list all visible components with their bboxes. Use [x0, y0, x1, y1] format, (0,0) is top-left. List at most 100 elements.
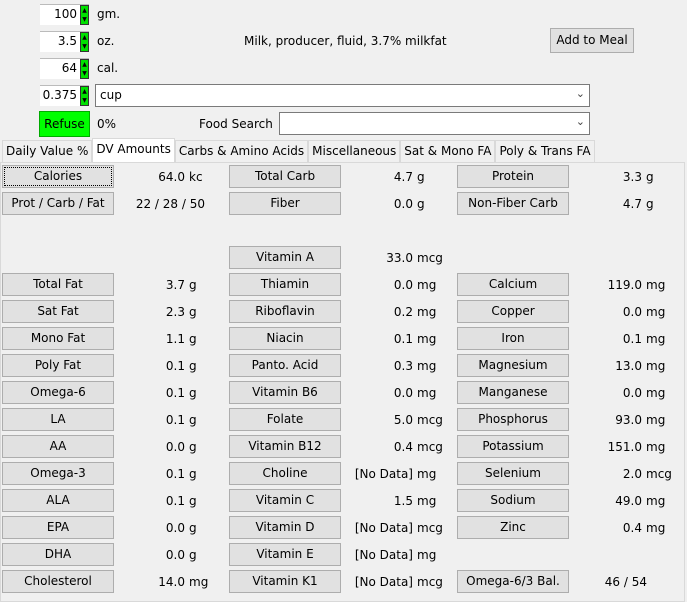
ounces-unit: oz. [97, 34, 115, 48]
nutrient-value: 0.1 [165, 494, 185, 508]
tab-sat-mono-fa[interactable]: Sat & Mono FA [400, 140, 496, 163]
nutrient-value: 0.1 [165, 359, 185, 373]
nutrient-unit: mg [646, 386, 666, 400]
tab-poly-trans-fa[interactable]: Poly & Trans FA [495, 140, 595, 163]
nutrient-value: 93.0 [615, 413, 642, 427]
tab-daily-value-[interactable]: Daily Value % [2, 140, 93, 163]
nutrient-unit: mg [417, 278, 437, 292]
nutrient-value: 0.3 [393, 359, 413, 373]
measure-spinner[interactable]: 0.375 ▲ ▼ [40, 85, 89, 106]
nutrient-unit: kc [189, 170, 203, 184]
chevron-down-icon[interactable]: ⌄ [576, 87, 585, 100]
nutrient-value: 0.0 [622, 386, 642, 400]
food-search-combo[interactable]: ⌄ [279, 112, 590, 135]
refuse-value: 0% [97, 117, 117, 131]
refuse-button[interactable]: Refuse [39, 111, 90, 137]
nutrient-value: 64.0 [158, 170, 185, 184]
nutrient-value: 14.0 [158, 575, 185, 589]
nutrient-value: [No Data] [354, 521, 413, 535]
nutrient-unit: mcg [417, 413, 443, 427]
nutrient-unit: g [646, 170, 654, 184]
nutrient-value: 0.0 [393, 386, 413, 400]
nutrient-value: 0.4 [622, 521, 642, 535]
nutrient-value: 0.0 [165, 548, 185, 562]
nutrient-unit: mcg [417, 440, 443, 454]
nutrient-unit: mcg [417, 575, 443, 589]
calories-spinner[interactable]: 64 ▲ ▼ [40, 58, 89, 79]
ounces-value: 3.5 [57, 34, 77, 48]
nutrient-value: 5.0 [393, 413, 413, 427]
grams-value: 100 [54, 7, 77, 21]
nutrient-unit: mg [646, 521, 666, 535]
nutrient-value: [No Data] [354, 548, 413, 562]
calories-unit: cal. [97, 61, 119, 75]
nutrient-unit: g [189, 548, 197, 562]
tab-carbs-amino-acids[interactable]: Carbs & Amino Acids [174, 140, 309, 163]
nutrient-value: 119.0 [607, 278, 642, 292]
nutrient-unit: mg [646, 359, 666, 373]
nutrient-unit: mg [646, 413, 666, 427]
nutrient-unit: mg [646, 305, 666, 319]
prot-carb-fat-button[interactable]: Prot / Carb / Fat [2, 192, 114, 215]
nutrient-unit: g [189, 332, 197, 346]
nutrient-value: 46 / 54 [604, 575, 647, 589]
nutrient-unit: mg [646, 494, 666, 508]
tab-dv-amounts[interactable]: DV Amounts [92, 138, 175, 163]
nutrient-value: 4.7 [393, 170, 413, 184]
nutrient-value: 0.0 [393, 278, 413, 292]
nutrient-value: 151.0 [607, 440, 642, 454]
nutrient-value: 33.0 [386, 251, 413, 265]
spin-arrows-icon[interactable]: ▲ ▼ [80, 5, 89, 25]
nutrient-unit: mg [417, 548, 437, 562]
nutrient-unit: g [417, 170, 425, 184]
nutrient-unit: g [189, 494, 197, 508]
nutrient-value: 0.1 [165, 413, 185, 427]
nutrient-value: 0.2 [393, 305, 413, 319]
nutrient-unit: mg [417, 359, 437, 373]
nutrient-value: 3.7 [165, 278, 185, 292]
nutrient-unit: mg [417, 386, 437, 400]
nutrient-value: 13.0 [615, 359, 642, 373]
nutrient-value: 0.0 [165, 440, 185, 454]
nutrient-unit: mg [417, 494, 437, 508]
nutrient-value: 0.4 [393, 440, 413, 454]
nutrient-value: [No Data] [354, 467, 413, 481]
nutrient-value: 2.3 [165, 305, 185, 319]
nutrient-value: 2.0 [622, 467, 642, 481]
nutrient-unit: mg [646, 332, 666, 346]
measure-combo[interactable]: cup ⌄ [95, 84, 590, 107]
nutrient-value: 22 / 28 / 50 [135, 197, 205, 211]
dv-amounts-panel: Calories 64.0 kc Prot / Carb / Fat 22 / 28 /… [0, 162, 685, 602]
calories-value: 64 [61, 61, 77, 75]
nutrient-value: 3.3 [622, 170, 642, 184]
measure-combo-value: cup [100, 88, 122, 102]
nutrient-value: 0.1 [622, 332, 642, 346]
grams-spinner[interactable]: 100 ▲ ▼ [40, 4, 89, 25]
spin-arrows-icon[interactable]: ▲ ▼ [80, 86, 89, 106]
nutrient-unit: mcg [417, 521, 443, 535]
food-search-label: Food Search [199, 117, 273, 131]
nutrient-unit: mg [417, 305, 437, 319]
nutrient-unit: g [189, 467, 197, 481]
spin-arrows-icon[interactable]: ▲ ▼ [80, 59, 89, 79]
nutrient-unit: mg [189, 575, 209, 589]
grams-unit: gm. [97, 7, 121, 21]
nutrient-unit: g [189, 359, 197, 373]
nutrient-value: 4.7 [622, 197, 642, 211]
nutrient-unit: g [189, 278, 197, 292]
nutrient-unit: mcg [646, 467, 672, 481]
nutrient-unit: g [646, 197, 654, 211]
chevron-down-icon[interactable]: ⌄ [576, 115, 585, 128]
ounces-spinner[interactable]: 3.5 ▲ ▼ [40, 31, 89, 52]
add-to-meal-button[interactable]: Add to Meal [550, 28, 634, 53]
spin-arrows-icon[interactable]: ▲ ▼ [80, 32, 89, 52]
nutrient-value: 0.0 [393, 197, 413, 211]
tab-miscellaneous[interactable]: Miscellaneous [308, 140, 401, 163]
nutrient-unit: g [189, 413, 197, 427]
nutrient-value: 0.1 [165, 386, 185, 400]
nutrient-unit: mg [646, 278, 666, 292]
nutrient-unit: g [417, 197, 425, 211]
nutrient-value: 1.1 [165, 332, 185, 346]
nutrient-value: 0.0 [165, 521, 185, 535]
nutrient-value: [No Data] [354, 575, 413, 589]
